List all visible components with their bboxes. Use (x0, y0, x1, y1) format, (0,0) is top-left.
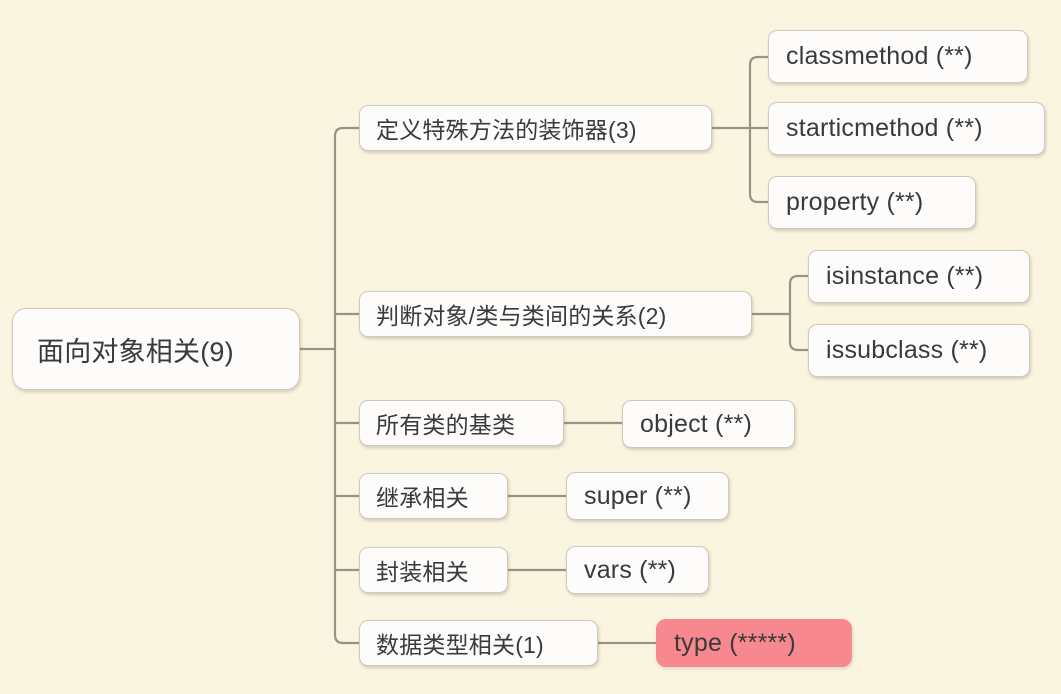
leaf-node-label: issubclass (**) (826, 336, 988, 364)
leaf-node-label: starticmethod (**) (786, 114, 983, 142)
connector-subtrunk-1 (748, 55, 770, 204)
leaf-node-issubclass[interactable]: issubclass (**) (808, 324, 1030, 377)
branch-node-relations[interactable]: 判断对象/类与类间的关系(2) (359, 291, 752, 337)
branch-node-encapsulation[interactable]: 封装相关 (359, 547, 508, 593)
leaf-node-super[interactable]: super (**) (566, 472, 729, 520)
branch-node-label: 判断对象/类与类间的关系(2) (376, 303, 667, 329)
leaf-node-label: property (**) (786, 188, 924, 216)
branch-node-inheritance[interactable]: 继承相关 (359, 473, 508, 519)
leaf-node-object[interactable]: object (**) (622, 400, 795, 448)
leaf-node-label: super (**) (584, 481, 692, 510)
leaf-node-label: classmethod (**) (786, 42, 973, 70)
leaf-node-starticmethod[interactable]: starticmethod (**) (768, 102, 1045, 155)
root-node-label: 面向对象相关(9) (37, 336, 234, 367)
leaf-node-label: isinstance (**) (826, 262, 984, 290)
leaf-node-classmethod[interactable]: classmethod (**) (768, 30, 1028, 83)
branch-node-label: 数据类型相关(1) (376, 632, 544, 658)
connector-trunk (333, 126, 351, 645)
leaf-node-isinstance[interactable]: isinstance (**) (808, 250, 1030, 303)
branch-node-base-class[interactable]: 所有类的基类 (359, 400, 564, 446)
leaf-node-label: vars (**) (584, 555, 677, 584)
connector-subtrunk-2 (788, 274, 810, 352)
leaf-node-type[interactable]: type (*****) (656, 619, 852, 667)
branch-node-label: 所有类的基类 (376, 412, 516, 438)
branch-node-label: 封装相关 (376, 559, 469, 585)
branch-node-data-type[interactable]: 数据类型相关(1) (359, 620, 598, 666)
leaf-node-vars[interactable]: vars (**) (566, 546, 709, 594)
mindmap-canvas: 面向对象相关(9) 定义特殊方法的装饰器(3) 判断对象/类与类间的关系(2) … (0, 0, 1061, 694)
branch-node-label: 继承相关 (376, 485, 469, 511)
leaf-node-property[interactable]: property (**) (768, 176, 976, 229)
root-node[interactable]: 面向对象相关(9) (12, 308, 300, 390)
leaf-node-label: type (*****) (674, 628, 796, 657)
branch-node-decorators[interactable]: 定义特殊方法的装饰器(3) (359, 105, 712, 151)
branch-node-label: 定义特殊方法的装饰器(3) (376, 117, 637, 143)
leaf-node-label: object (**) (640, 409, 752, 438)
